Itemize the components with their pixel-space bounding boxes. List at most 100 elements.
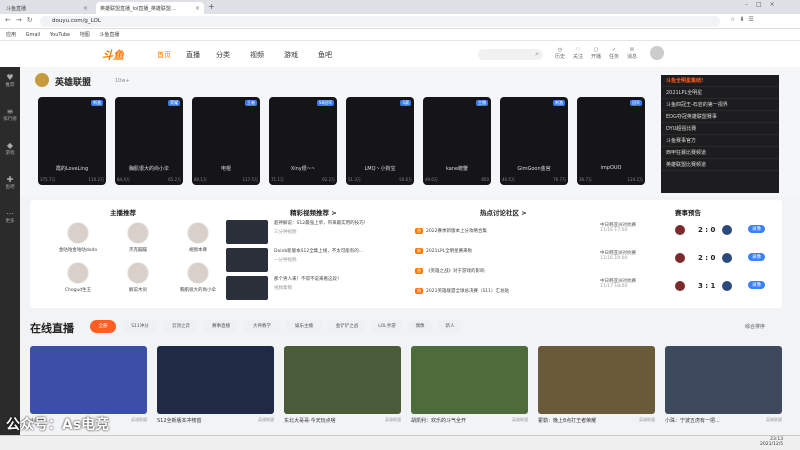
- card-stats: 40.5万 76.7万: [502, 177, 566, 183]
- anchor-card[interactable]: 刺激 GimGoon金宫 40.5万 76.7万: [500, 97, 568, 185]
- recommend-anchor[interactable]: 金咕咕金咕咕dodo: [48, 222, 108, 253]
- replay-button[interactable]: 录像: [748, 281, 765, 289]
- stream-caption[interactable]: S12全新版本冲榜首 英雄联盟: [157, 417, 274, 424]
- stream-caption[interactable]: 胡凯利：欢乐的斗气全开 英雄联盟: [411, 417, 528, 424]
- tab-1[interactable]: 斗鱼直播 ×: [2, 2, 92, 14]
- replay-button[interactable]: 录像: [748, 253, 765, 261]
- card-badge: 冠军: [630, 100, 642, 106]
- anchor-card[interactable]: 王者 电棍 80.1万 117.5万: [192, 97, 260, 185]
- search-input[interactable]: ⌕: [478, 49, 543, 60]
- anchor-card[interactable]: 荣耀 胸肌很大的尚小伞 84.4万 65.2万: [115, 97, 183, 185]
- close-icon[interactable]: ×: [195, 5, 200, 12]
- video-thumbnail[interactable]: [226, 220, 268, 244]
- message-icon[interactable]: ✉ 消息: [625, 47, 639, 60]
- sidebar-item-game[interactable]: ◆ 游戏: [0, 141, 20, 156]
- recommend-anchor[interactable]: 杰克蹦蹦: [108, 222, 168, 253]
- replay-button[interactable]: 录像: [748, 225, 765, 233]
- hot-topic[interactable]: 热 2021英雄联盟全球总决赛（S11）汇总贴: [415, 288, 615, 294]
- filter-chip[interactable]: 新人: [438, 320, 462, 333]
- nav-home[interactable]: 首页: [157, 50, 171, 60]
- douyu-logo[interactable]: 斗鱼: [102, 47, 124, 63]
- ranking-item[interactable]: 英雄联盟比赛频道: [661, 159, 779, 171]
- nav-game[interactable]: 游戏: [284, 50, 298, 60]
- lol-category-icon: [35, 73, 49, 87]
- live-title: 在线直播: [30, 322, 74, 335]
- tab-2[interactable]: 英雄联盟直播_lol直播_英雄联盟... ×: [96, 2, 204, 14]
- recommend-anchor[interactable]: Chogud生王: [48, 262, 108, 293]
- follow-icon[interactable]: ♡ 关注: [571, 47, 585, 60]
- video-thumbnail[interactable]: [226, 248, 268, 272]
- hot-topic[interactable]: 新 2021LPL全明星赛来啦: [415, 248, 615, 254]
- video-item[interactable]: 那个男人来！不得不说来看这段！ 视频集锦: [274, 276, 384, 291]
- filter-chip[interactable]: 全部: [90, 320, 116, 333]
- ranking-item[interactable]: 斗鱼赛事官方: [661, 135, 779, 147]
- ranking-item[interactable]: DYU超强比赛: [661, 123, 779, 135]
- video-item[interactable]: Doinb新版本S12全集上线，不太可能有的… 一分钟视频: [274, 248, 384, 263]
- sidebar-item-yuba[interactable]: ✚ 鱼吧: [0, 175, 20, 190]
- stream-tag: 英雄联盟: [385, 417, 401, 422]
- video-thumbnail[interactable]: [226, 276, 268, 300]
- avatar[interactable]: [650, 46, 664, 60]
- ranking-item[interactable]: 西甲狂暴比赛频道: [661, 147, 779, 159]
- sidebar-item-recommend[interactable]: ♥ 推荐: [0, 73, 20, 88]
- nav-video[interactable]: 视频: [250, 50, 264, 60]
- stream-thumbnail[interactable]: [30, 346, 147, 414]
- filter-chip[interactable]: 金铲铲之战: [328, 320, 366, 333]
- recommend-anchor[interactable]: 解说木剑: [108, 262, 168, 293]
- stream-caption[interactable]: 小珠：宁波五虎有一把... 英雄联盟: [665, 417, 782, 424]
- bookmark-apps[interactable]: 应用: [6, 32, 16, 38]
- stream-thumbnail[interactable]: [665, 346, 782, 414]
- video-title: 精彩视频推荐 >: [290, 209, 337, 217]
- new-tab-icon[interactable]: +: [208, 2, 215, 11]
- anchor-card[interactable]: 刺激 霞的LoveLing 375.7万 110.2万: [38, 97, 106, 185]
- stream-thumbnail[interactable]: [411, 346, 528, 414]
- sidebar-item-more[interactable]: ⋯ 更多: [0, 209, 20, 224]
- stream-caption[interactable]: 霍勒：晚上8点打王者荣耀 英雄联盟: [538, 417, 655, 424]
- ranking-item[interactable]: 2021LPL全明星: [661, 87, 779, 99]
- close-icon[interactable]: ×: [83, 5, 88, 12]
- task-label: 任务: [608, 54, 619, 60]
- filter-chip[interactable]: LOL手游: [372, 320, 402, 333]
- anchor-card[interactable]: S赛 LMQ丶小狗宝 51.3万 50.6万: [346, 97, 414, 185]
- anchor-card[interactable]: 冠军 impOUO 36.7万 124.2万: [577, 97, 645, 185]
- ranking-item[interactable]: 斗鱼四冠王-石岩的第一视界: [661, 99, 779, 111]
- nav-category[interactable]: 分类: [216, 50, 230, 60]
- nav-live[interactable]: 直播: [186, 50, 200, 60]
- stream-caption[interactable]: 东北大哥哥·今天玩点啥 英雄联盟: [284, 417, 401, 424]
- filter-chip[interactable]: S11冲分: [122, 320, 158, 333]
- filter-chip[interactable]: 大神教学: [244, 320, 280, 333]
- filter-chip[interactable]: 赛事直播: [204, 320, 238, 333]
- hot-topic[interactable]: 热 2022赛季新版本上分攻略合集: [415, 228, 615, 234]
- bookmark-douyu[interactable]: 斗鱼直播: [99, 32, 119, 38]
- back-forward-reload-icon[interactable]: ←→↻: [5, 16, 38, 24]
- toolbar-icons[interactable]: ☆⬇☰: [730, 16, 758, 23]
- anchor-card[interactable]: 主播 kane螃蟹 49.0万 850: [423, 97, 491, 185]
- stream-thumbnail[interactable]: [284, 346, 401, 414]
- stream-thumbnail[interactable]: [538, 346, 655, 414]
- task-icon[interactable]: ✓ 任务: [607, 47, 621, 60]
- stream-thumbnail[interactable]: [157, 346, 274, 414]
- sidebar-item-rank[interactable]: ≡ 排行榜: [0, 107, 20, 122]
- nav-yuba[interactable]: 鱼吧: [318, 50, 332, 60]
- window-controls[interactable]: –□×: [745, 1, 783, 8]
- filter-chip[interactable]: 娱乐主播: [286, 320, 322, 333]
- bookmark-youtube[interactable]: YouTube: [50, 32, 70, 38]
- card-fans: 50.6万: [399, 177, 412, 182]
- filter-chip[interactable]: 云顶之弈: [164, 320, 198, 333]
- video-item[interactable]: 超神解说：S12最强上单，带来最实用的技巧！ 三分钟视频: [274, 220, 384, 235]
- ranking-item[interactable]: EDG夺冠英雄联盟赛事: [661, 111, 779, 123]
- search-icon[interactable]: ⌕: [535, 50, 539, 59]
- anchor-card[interactable]: S8冠军 Xiny很~~ 71.1万 62.2万: [269, 97, 337, 185]
- broadcast-icon[interactable]: ▢ 开播: [589, 47, 603, 60]
- sort-button[interactable]: 综合排序: [745, 323, 765, 330]
- url-input[interactable]: douyu.com/g_LOL: [40, 16, 720, 27]
- recommend-anchor[interactable]: 胡图本尊: [168, 222, 228, 253]
- bookmark-maps[interactable]: 地图: [80, 32, 90, 38]
- filter-chip[interactable]: 偶像: [408, 320, 432, 333]
- recommend-anchor[interactable]: 胸肌很大的尚小伞: [168, 262, 228, 293]
- bookmark-gmail[interactable]: Gmail: [26, 32, 41, 38]
- card-fans: 124.2万: [627, 177, 643, 182]
- history-icon[interactable]: ◷ 历史: [553, 47, 567, 60]
- card-stats: 36.7万 124.2万: [579, 177, 643, 183]
- hot-topic[interactable]: 热《英雄之战》对于游戏的影响: [415, 268, 615, 274]
